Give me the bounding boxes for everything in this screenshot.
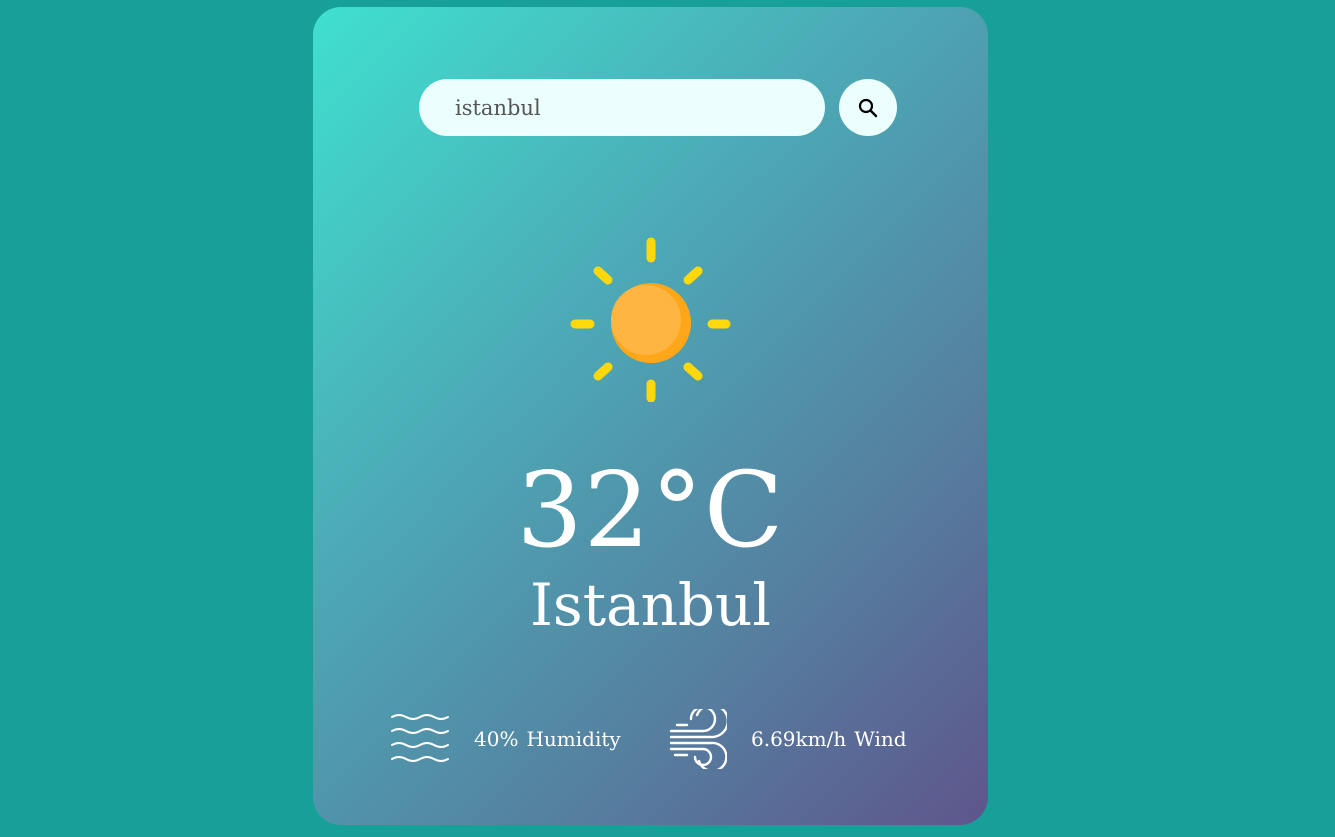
sun-icon [570, 237, 731, 402]
humidity-label: Humidity [526, 727, 621, 751]
humidity-detail: 40% Humidity [390, 709, 621, 769]
weather-card: 32°C Istanbul 40% Humidity [313, 7, 988, 825]
humidity-text: 40% Humidity [474, 727, 621, 751]
wind-label: Wind [854, 727, 907, 751]
city-name: Istanbul [530, 571, 771, 639]
search-input[interactable] [419, 79, 825, 136]
search-button[interactable] [839, 79, 897, 136]
search-icon [858, 98, 878, 117]
humidity-value: 40% [474, 727, 519, 751]
search-bar [419, 79, 897, 136]
wind-icon [669, 709, 727, 769]
humidity-waves-icon [391, 714, 449, 762]
wind-text: 6.69km/h Wind [751, 727, 907, 751]
wind-value: 6.69km/h [751, 727, 847, 751]
temperature: 32°C [516, 449, 785, 571]
wind-detail: 6.69km/h Wind [667, 709, 907, 769]
